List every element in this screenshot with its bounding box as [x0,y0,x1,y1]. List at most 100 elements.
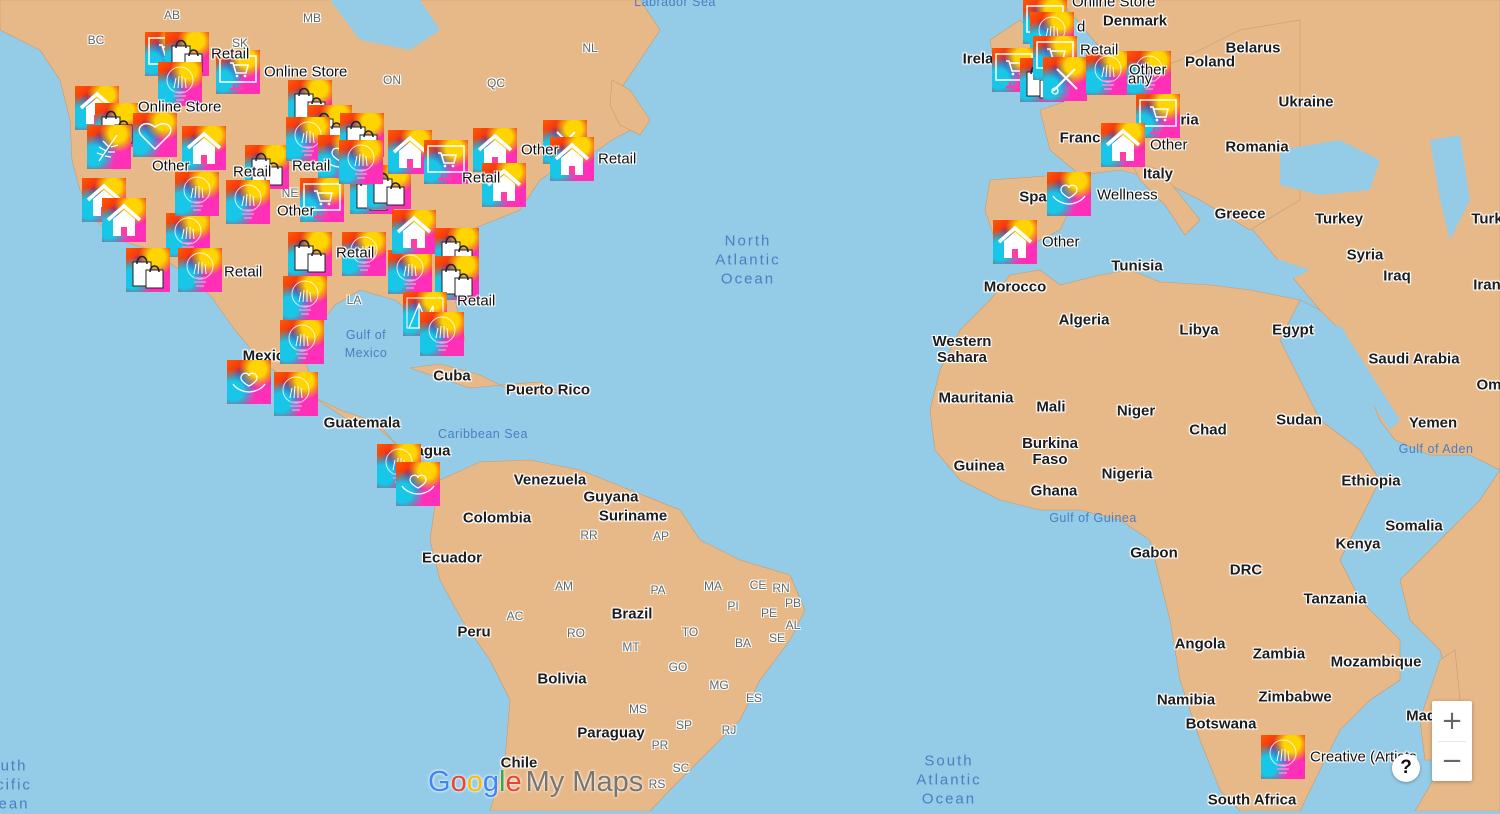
country-label: Greece [1214,205,1266,223]
marker-label[interactable]: Retail [292,158,330,175]
marker-label[interactable]: Online Store [264,64,347,81]
region-label: BA [734,636,752,650]
region-label: PA [650,583,666,597]
country-label: Paraguay [577,724,645,742]
bulb-icon [282,376,310,411]
marker-label[interactable]: Retail [233,164,271,181]
map-marker-house[interactable] [993,220,1037,264]
marker-label[interactable]: Retail [598,151,636,168]
region-label: SC [672,761,690,775]
house-icon [1105,128,1141,161]
logo-letter: o [466,766,483,798]
country-label: Irela [962,50,994,68]
map-marker-hands[interactable] [1047,172,1091,216]
country-label: Om [1476,376,1500,394]
hands-icon [401,474,435,495]
hands-icon [232,372,266,393]
map-marker-house[interactable] [102,198,146,242]
marker-label[interactable]: Online Store [138,99,221,116]
region-label: SE [768,631,786,645]
region-label: CE [749,578,767,592]
country-label: Brazil [611,605,653,623]
region-label: RR [580,528,598,542]
map-marker-bulb[interactable] [283,276,327,320]
map-marker-leaf[interactable] [87,125,131,169]
region-label: RO [567,626,585,640]
country-label: Gabon [1130,544,1178,562]
map-marker-bulb[interactable] [388,250,432,294]
marker-label[interactable]: Retail [457,293,495,310]
marker-label[interactable]: Retail [211,46,249,63]
map-marker-hands[interactable] [396,462,440,506]
map-marker-bag[interactable] [288,232,332,276]
country-label: Venezuela [513,471,587,489]
map-marker-bulb[interactable] [1261,735,1305,779]
zoom-out-button[interactable]: − [1432,741,1472,781]
question-icon: ? [1400,757,1412,778]
zoom-in-button[interactable]: + [1432,701,1472,741]
marker-label[interactable]: Retail [462,170,500,187]
region-label: MT [622,640,640,654]
country-label: Guyana [583,488,639,506]
country-label: Zimbabwe [1258,688,1332,706]
marker-label[interactable]: Retail [224,264,262,281]
country-label: Tunisia [1111,257,1163,275]
marker-label[interactable]: Other [1042,234,1080,251]
map-marker-house[interactable] [392,210,436,254]
map-marker-bulb[interactable] [339,140,383,184]
country-label: Turkey [1314,210,1364,228]
country-label: Sudan [1276,411,1322,429]
country-label: Tanzania [1303,590,1367,608]
house-icon [997,225,1033,258]
map-marker-heart[interactable] [133,113,177,157]
marker-label[interactable]: Other [277,203,315,220]
map-marker-house[interactable] [1101,123,1145,167]
water-body-label: Gulf of Guinea [1049,511,1137,525]
marker-label[interactable]: Wellness [1097,187,1158,204]
map-marker-bulb[interactable] [226,180,270,224]
map-marker-bulb[interactable] [280,320,324,364]
region-label: RN [772,581,790,595]
marker-label[interactable]: Retail [336,245,374,262]
marker-label[interactable]: Other [1150,137,1188,154]
region-label: ON [383,73,401,87]
marker-label[interactable]: Online Store [1072,0,1155,11]
map-marker-bulb[interactable] [420,312,464,356]
country-label: Namibia [1156,691,1216,709]
bulb-icon [347,144,375,179]
country-label: Angola [1174,635,1226,653]
map-marker-bulb[interactable] [178,248,222,292]
country-label: Burkina Faso [1022,435,1078,468]
marker-label[interactable]: Other [152,158,190,175]
logo-letter: e [505,766,522,798]
region-label: MS [629,702,647,716]
marker-label[interactable]: any [1128,71,1152,88]
map-marker-bulb[interactable] [175,172,219,216]
bulb-icon [186,252,214,287]
region-label: SP [675,718,693,732]
country-label: Ukraine [1278,93,1334,111]
region-label: RS [648,777,666,791]
map-marker-tools[interactable] [1043,57,1087,101]
map-marker-hands[interactable] [227,360,271,404]
country-label: Cuba [433,367,471,385]
region-label: MB [303,11,321,25]
region-label: PB [784,596,802,610]
region-label: MA [704,579,722,593]
minus-icon: − [1441,746,1463,776]
region-label: MG [709,678,729,692]
help-button[interactable]: ? [1392,754,1420,782]
water-body-label: Gulf of Mexico [344,328,388,360]
marker-label[interactable]: d [1077,19,1085,36]
water-body-label: Labrador Sea [634,0,716,9]
map-marker-bulb[interactable] [274,372,318,416]
country-label: Peru [457,623,491,641]
country-label: Franc [1059,129,1101,147]
heart-icon [138,123,172,151]
map-marker-bag[interactable] [126,248,170,292]
marker-label[interactable]: Retail [1080,42,1118,59]
marker-label[interactable]: Other [521,142,559,159]
logo-product-name: My Maps [525,766,644,798]
country-label: Morocco [983,278,1047,296]
water-body-label: Gulf of Aden [1398,442,1474,456]
